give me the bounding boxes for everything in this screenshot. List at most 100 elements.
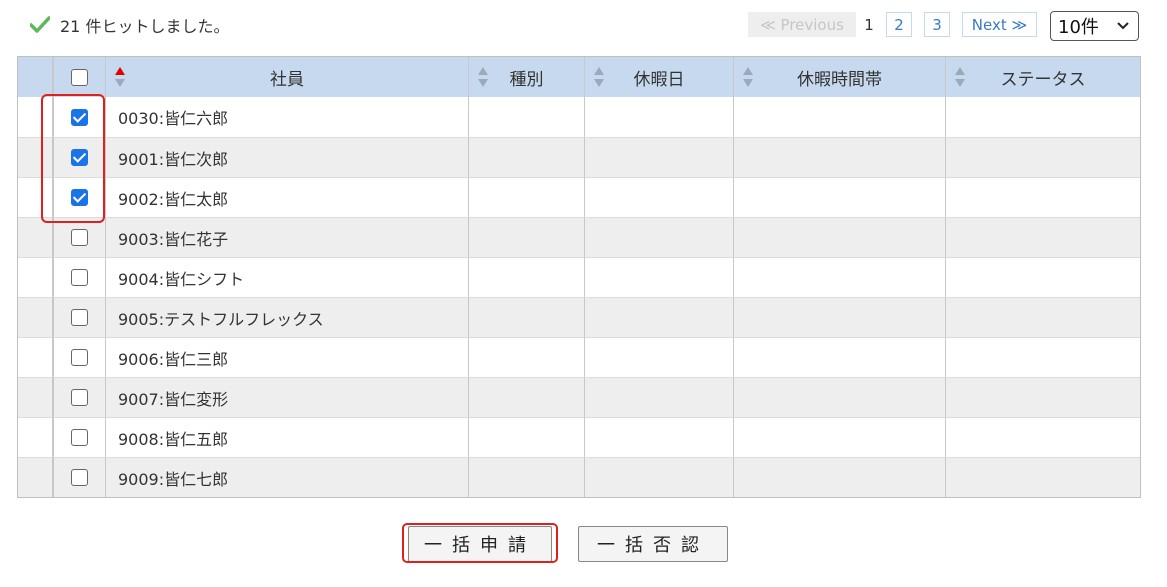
type-cell bbox=[469, 457, 585, 497]
row-checkbox[interactable] bbox=[71, 389, 88, 406]
row-select-cell bbox=[53, 177, 106, 217]
leave-date-cell bbox=[585, 457, 734, 497]
type-cell bbox=[469, 97, 585, 137]
employee-cell: 9003:皆仁花子 bbox=[106, 217, 469, 257]
leave-table: 社員 種別 休暇日 休暇時間帯 ステータス 0030:皆仁六郎 9001:皆仁次… bbox=[17, 56, 1141, 498]
leave-date-cell bbox=[585, 417, 734, 457]
table-row: 9005:テストフルフレックス bbox=[18, 297, 1140, 337]
status-cell bbox=[946, 177, 1140, 217]
row-checkbox[interactable] bbox=[71, 189, 88, 206]
header-type-label: 種別 bbox=[509, 69, 544, 90]
bulk-apply-button[interactable]: 一括申請 bbox=[408, 526, 552, 562]
header-leave-date[interactable]: 休暇日 bbox=[585, 57, 734, 97]
type-cell bbox=[469, 417, 585, 457]
status-cell bbox=[946, 217, 1140, 257]
row-spacer bbox=[18, 97, 53, 137]
row-select-cell bbox=[53, 457, 106, 497]
row-spacer bbox=[18, 297, 53, 337]
type-cell bbox=[469, 337, 585, 377]
header-status-label: ステータス bbox=[1000, 69, 1086, 90]
header-spacer bbox=[18, 57, 53, 97]
status-cell bbox=[946, 137, 1140, 177]
leave-date-cell bbox=[585, 217, 734, 257]
row-spacer bbox=[18, 137, 53, 177]
leave-time-cell bbox=[734, 417, 946, 457]
row-checkbox[interactable] bbox=[71, 429, 88, 446]
row-select-cell bbox=[53, 217, 106, 257]
employee-cell: 0030:皆仁六郎 bbox=[106, 97, 469, 137]
leave-date-cell bbox=[585, 177, 734, 217]
bulk-reject-button[interactable]: 一括否認 bbox=[578, 526, 728, 562]
row-spacer bbox=[18, 337, 53, 377]
leave-date-cell bbox=[585, 337, 734, 377]
sort-asc-icon bbox=[115, 67, 125, 87]
row-spacer bbox=[18, 217, 53, 257]
table-row: 0030:皆仁六郎 bbox=[18, 97, 1140, 137]
sort-icon bbox=[594, 67, 604, 87]
header-leave-time[interactable]: 休暇時間帯 bbox=[734, 57, 946, 97]
header-type[interactable]: 種別 bbox=[469, 57, 585, 97]
leave-time-cell bbox=[734, 97, 946, 137]
leave-date-cell bbox=[585, 297, 734, 337]
row-checkbox[interactable] bbox=[71, 269, 88, 286]
header-leave-time-label: 休暇時間帯 bbox=[797, 69, 882, 90]
type-cell bbox=[469, 217, 585, 257]
header-leave-date-label: 休暇日 bbox=[633, 69, 685, 90]
status-cell bbox=[946, 417, 1140, 457]
leave-time-cell bbox=[734, 257, 946, 297]
type-cell bbox=[469, 297, 585, 337]
status-cell bbox=[946, 377, 1140, 417]
table-row: 9006:皆仁三郎 bbox=[18, 337, 1140, 377]
row-spacer bbox=[18, 257, 53, 297]
row-select-cell bbox=[53, 97, 106, 137]
page-3-link[interactable]: 3 bbox=[924, 12, 950, 37]
row-spacer bbox=[18, 457, 53, 497]
leave-date-cell bbox=[585, 257, 734, 297]
row-checkbox[interactable] bbox=[71, 309, 88, 326]
row-select-cell bbox=[53, 337, 106, 377]
employee-cell: 9001:皆仁次郎 bbox=[106, 137, 469, 177]
per-page-select[interactable]: 10件 bbox=[1050, 11, 1139, 41]
status-cell bbox=[946, 97, 1140, 137]
row-checkbox[interactable] bbox=[71, 349, 88, 366]
row-checkbox[interactable] bbox=[71, 469, 88, 486]
current-page: 1 bbox=[864, 15, 874, 34]
employee-cell: 9009:皆仁七郎 bbox=[106, 457, 469, 497]
header-select-cell bbox=[53, 57, 106, 97]
page-2-link[interactable]: 2 bbox=[886, 12, 912, 37]
employee-cell: 9002:皆仁太郎 bbox=[106, 177, 469, 217]
chevron-down-icon bbox=[1117, 22, 1129, 30]
row-checkbox[interactable] bbox=[71, 149, 88, 166]
table-row: 9007:皆仁変形 bbox=[18, 377, 1140, 417]
leave-time-cell bbox=[734, 377, 946, 417]
leave-time-cell bbox=[734, 177, 946, 217]
sort-icon bbox=[955, 67, 965, 87]
row-spacer bbox=[18, 417, 53, 457]
type-cell bbox=[469, 137, 585, 177]
table-row: 9001:皆仁次郎 bbox=[18, 137, 1140, 177]
sort-icon bbox=[478, 67, 488, 87]
row-checkbox[interactable] bbox=[71, 229, 88, 246]
employee-cell: 9007:皆仁変形 bbox=[106, 377, 469, 417]
row-checkbox[interactable] bbox=[71, 108, 88, 126]
header-employee[interactable]: 社員 bbox=[106, 57, 469, 97]
previous-page-button[interactable]: ≪ Previous bbox=[748, 12, 856, 37]
row-select-cell bbox=[53, 257, 106, 297]
pagination: ≪ Previous 1 2 3 Next ≫ bbox=[748, 12, 1037, 37]
check-icon bbox=[30, 16, 50, 33]
employee-cell: 9008:皆仁五郎 bbox=[106, 417, 469, 457]
table-row: 9002:皆仁太郎 bbox=[18, 177, 1140, 217]
type-cell bbox=[469, 177, 585, 217]
header-status[interactable]: ステータス bbox=[946, 57, 1140, 97]
leave-date-cell bbox=[585, 377, 734, 417]
result-count-text: 21 件ヒットしました。 bbox=[60, 17, 230, 36]
toolbar: 21 件ヒットしました。 ≪ Previous 1 2 3 Next ≫ 10件 bbox=[0, 0, 1167, 52]
row-select-cell bbox=[53, 417, 106, 457]
type-cell bbox=[469, 257, 585, 297]
leave-time-cell bbox=[734, 337, 946, 377]
table-header: 社員 種別 休暇日 休暇時間帯 ステータス bbox=[18, 57, 1140, 97]
type-cell bbox=[469, 377, 585, 417]
next-page-button[interactable]: Next ≫ bbox=[962, 12, 1037, 37]
leave-date-cell bbox=[585, 137, 734, 177]
select-all-checkbox[interactable] bbox=[71, 68, 88, 86]
